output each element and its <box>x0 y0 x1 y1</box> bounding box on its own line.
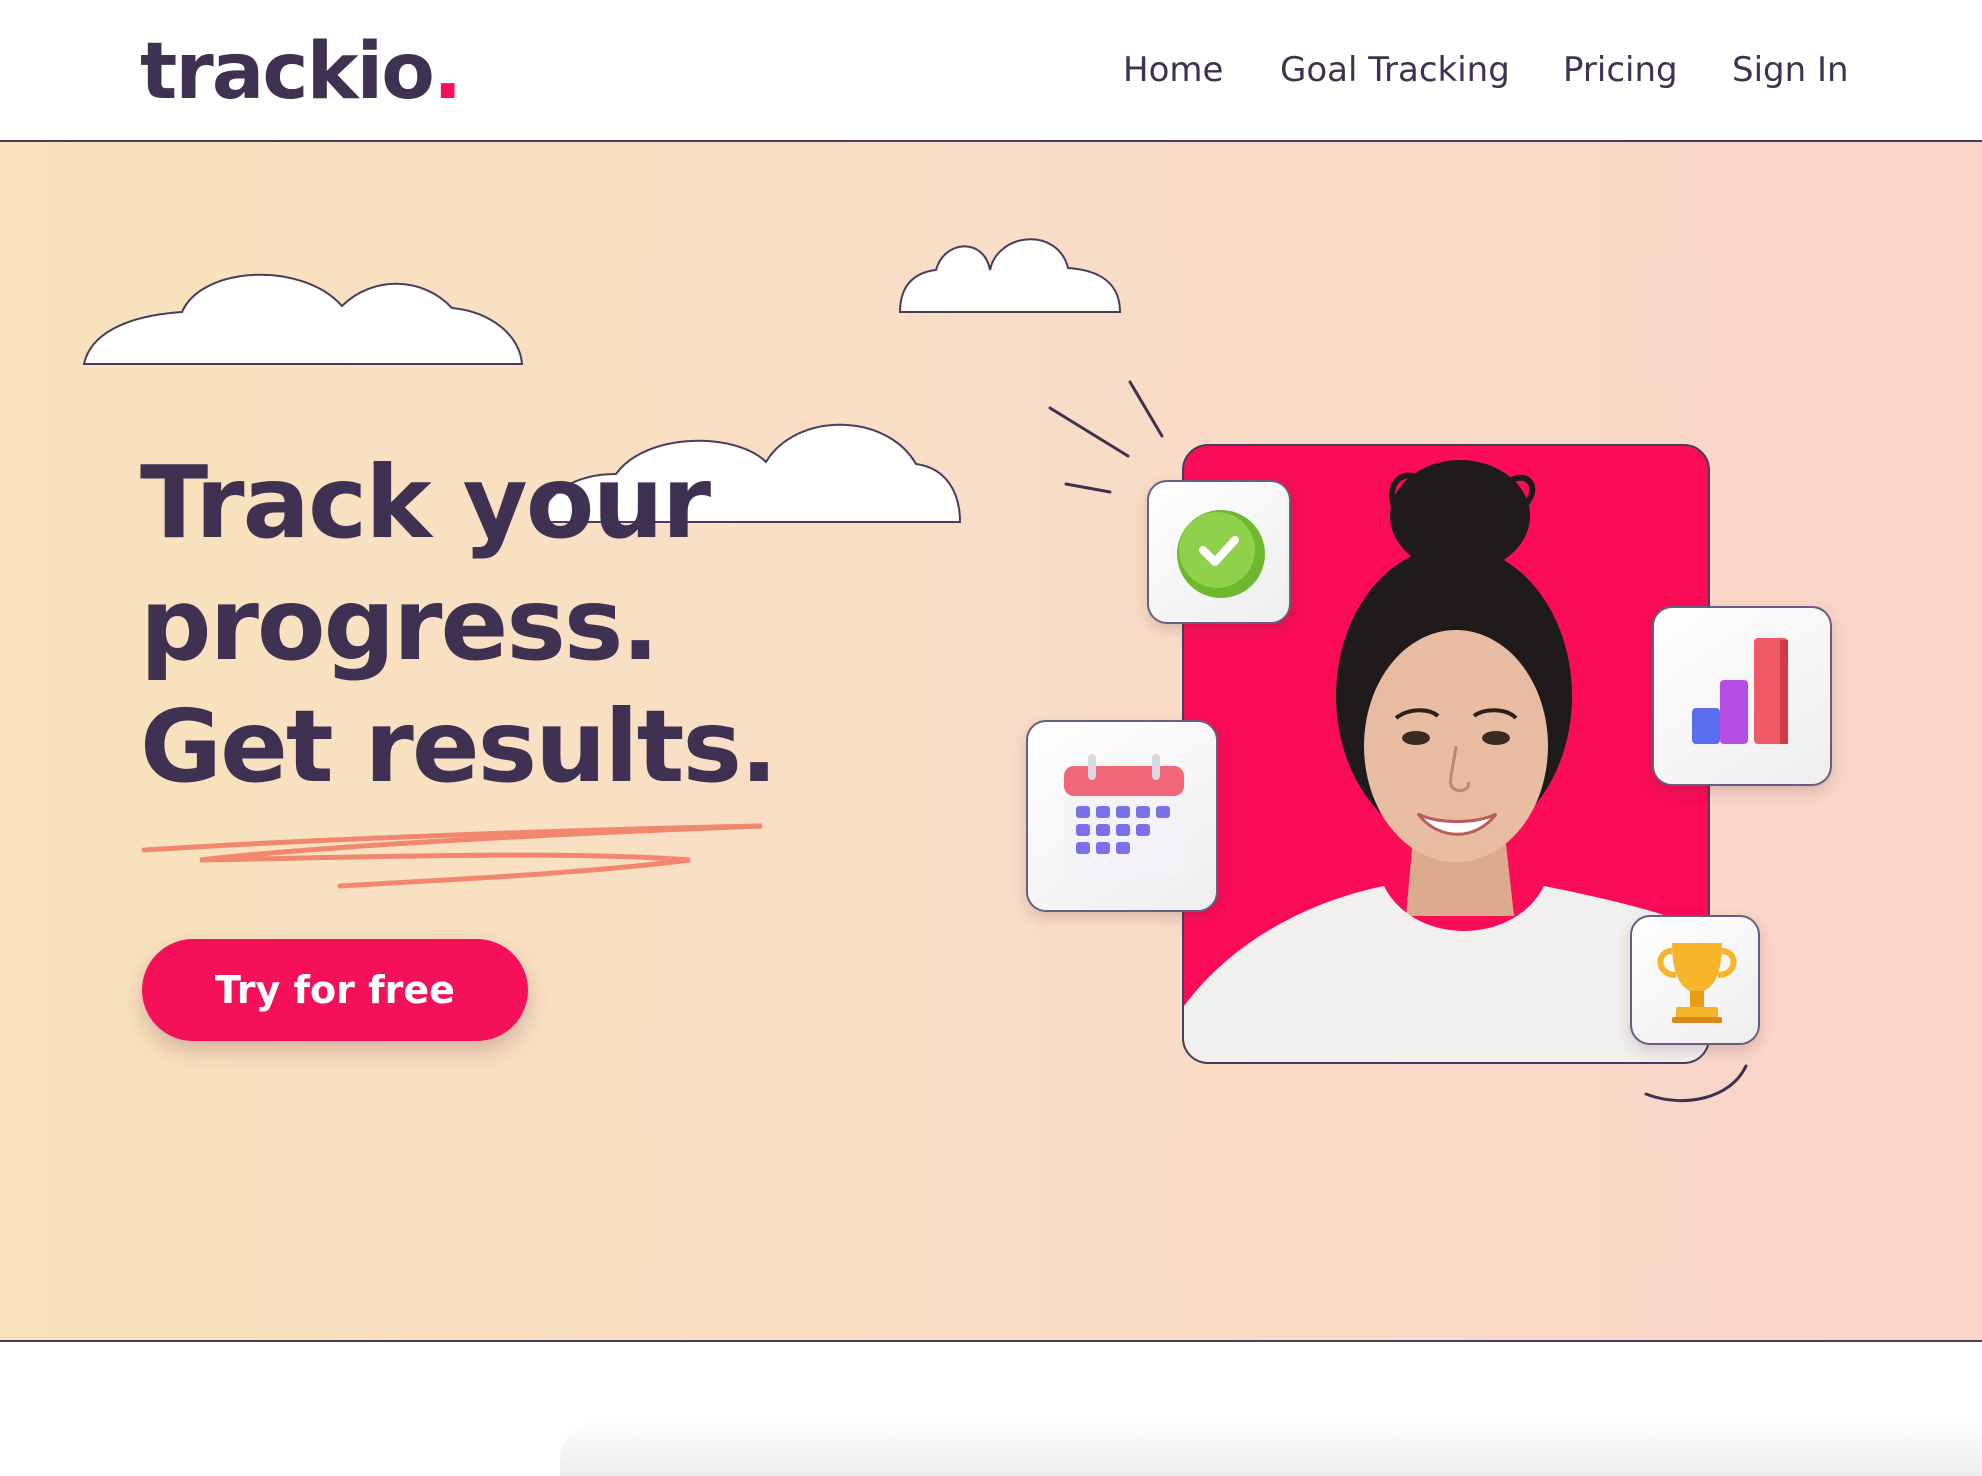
nav-home-link[interactable]: Home <box>1123 48 1223 92</box>
cloud-illustration-top <box>898 238 1122 313</box>
hero-section: Track your progress. Get results. Try fo… <box>0 142 1982 1342</box>
headline-line-2: progress. <box>140 566 659 683</box>
trophy-icon <box>1657 943 1737 1023</box>
calendar-tile <box>1026 720 1218 912</box>
nav-sign-in-link[interactable]: Sign In <box>1732 48 1849 92</box>
calendar-icon <box>1064 754 1184 874</box>
headline-line-3: Get results. <box>140 688 778 805</box>
swoosh-decoration <box>1644 1064 1748 1103</box>
cloud-illustration-left <box>82 273 524 365</box>
next-section-card-edge <box>560 1420 1982 1476</box>
bar-chart-tile <box>1652 606 1832 786</box>
checkmark-icon <box>1177 510 1265 598</box>
try-for-free-button[interactable]: Try for free <box>142 939 528 1041</box>
hero-headline: Track your progress. Get results. <box>140 442 778 808</box>
nav-pricing-link[interactable]: Pricing <box>1563 48 1678 92</box>
checkmark-tile <box>1147 480 1291 624</box>
trophy-tile <box>1630 915 1760 1045</box>
headline-line-1: Track your <box>140 444 711 561</box>
underline-scribble <box>141 823 763 889</box>
nav-goal-tracking-link[interactable]: Goal Tracking <box>1280 48 1510 92</box>
bar-chart-icon <box>1692 638 1788 744</box>
site-header: trackio. Home Goal Tracking Pricing Sign… <box>0 0 1982 142</box>
main-nav: Home Goal Tracking Pricing Sign In <box>0 48 1982 92</box>
burst-lines-decoration <box>1048 380 1164 494</box>
